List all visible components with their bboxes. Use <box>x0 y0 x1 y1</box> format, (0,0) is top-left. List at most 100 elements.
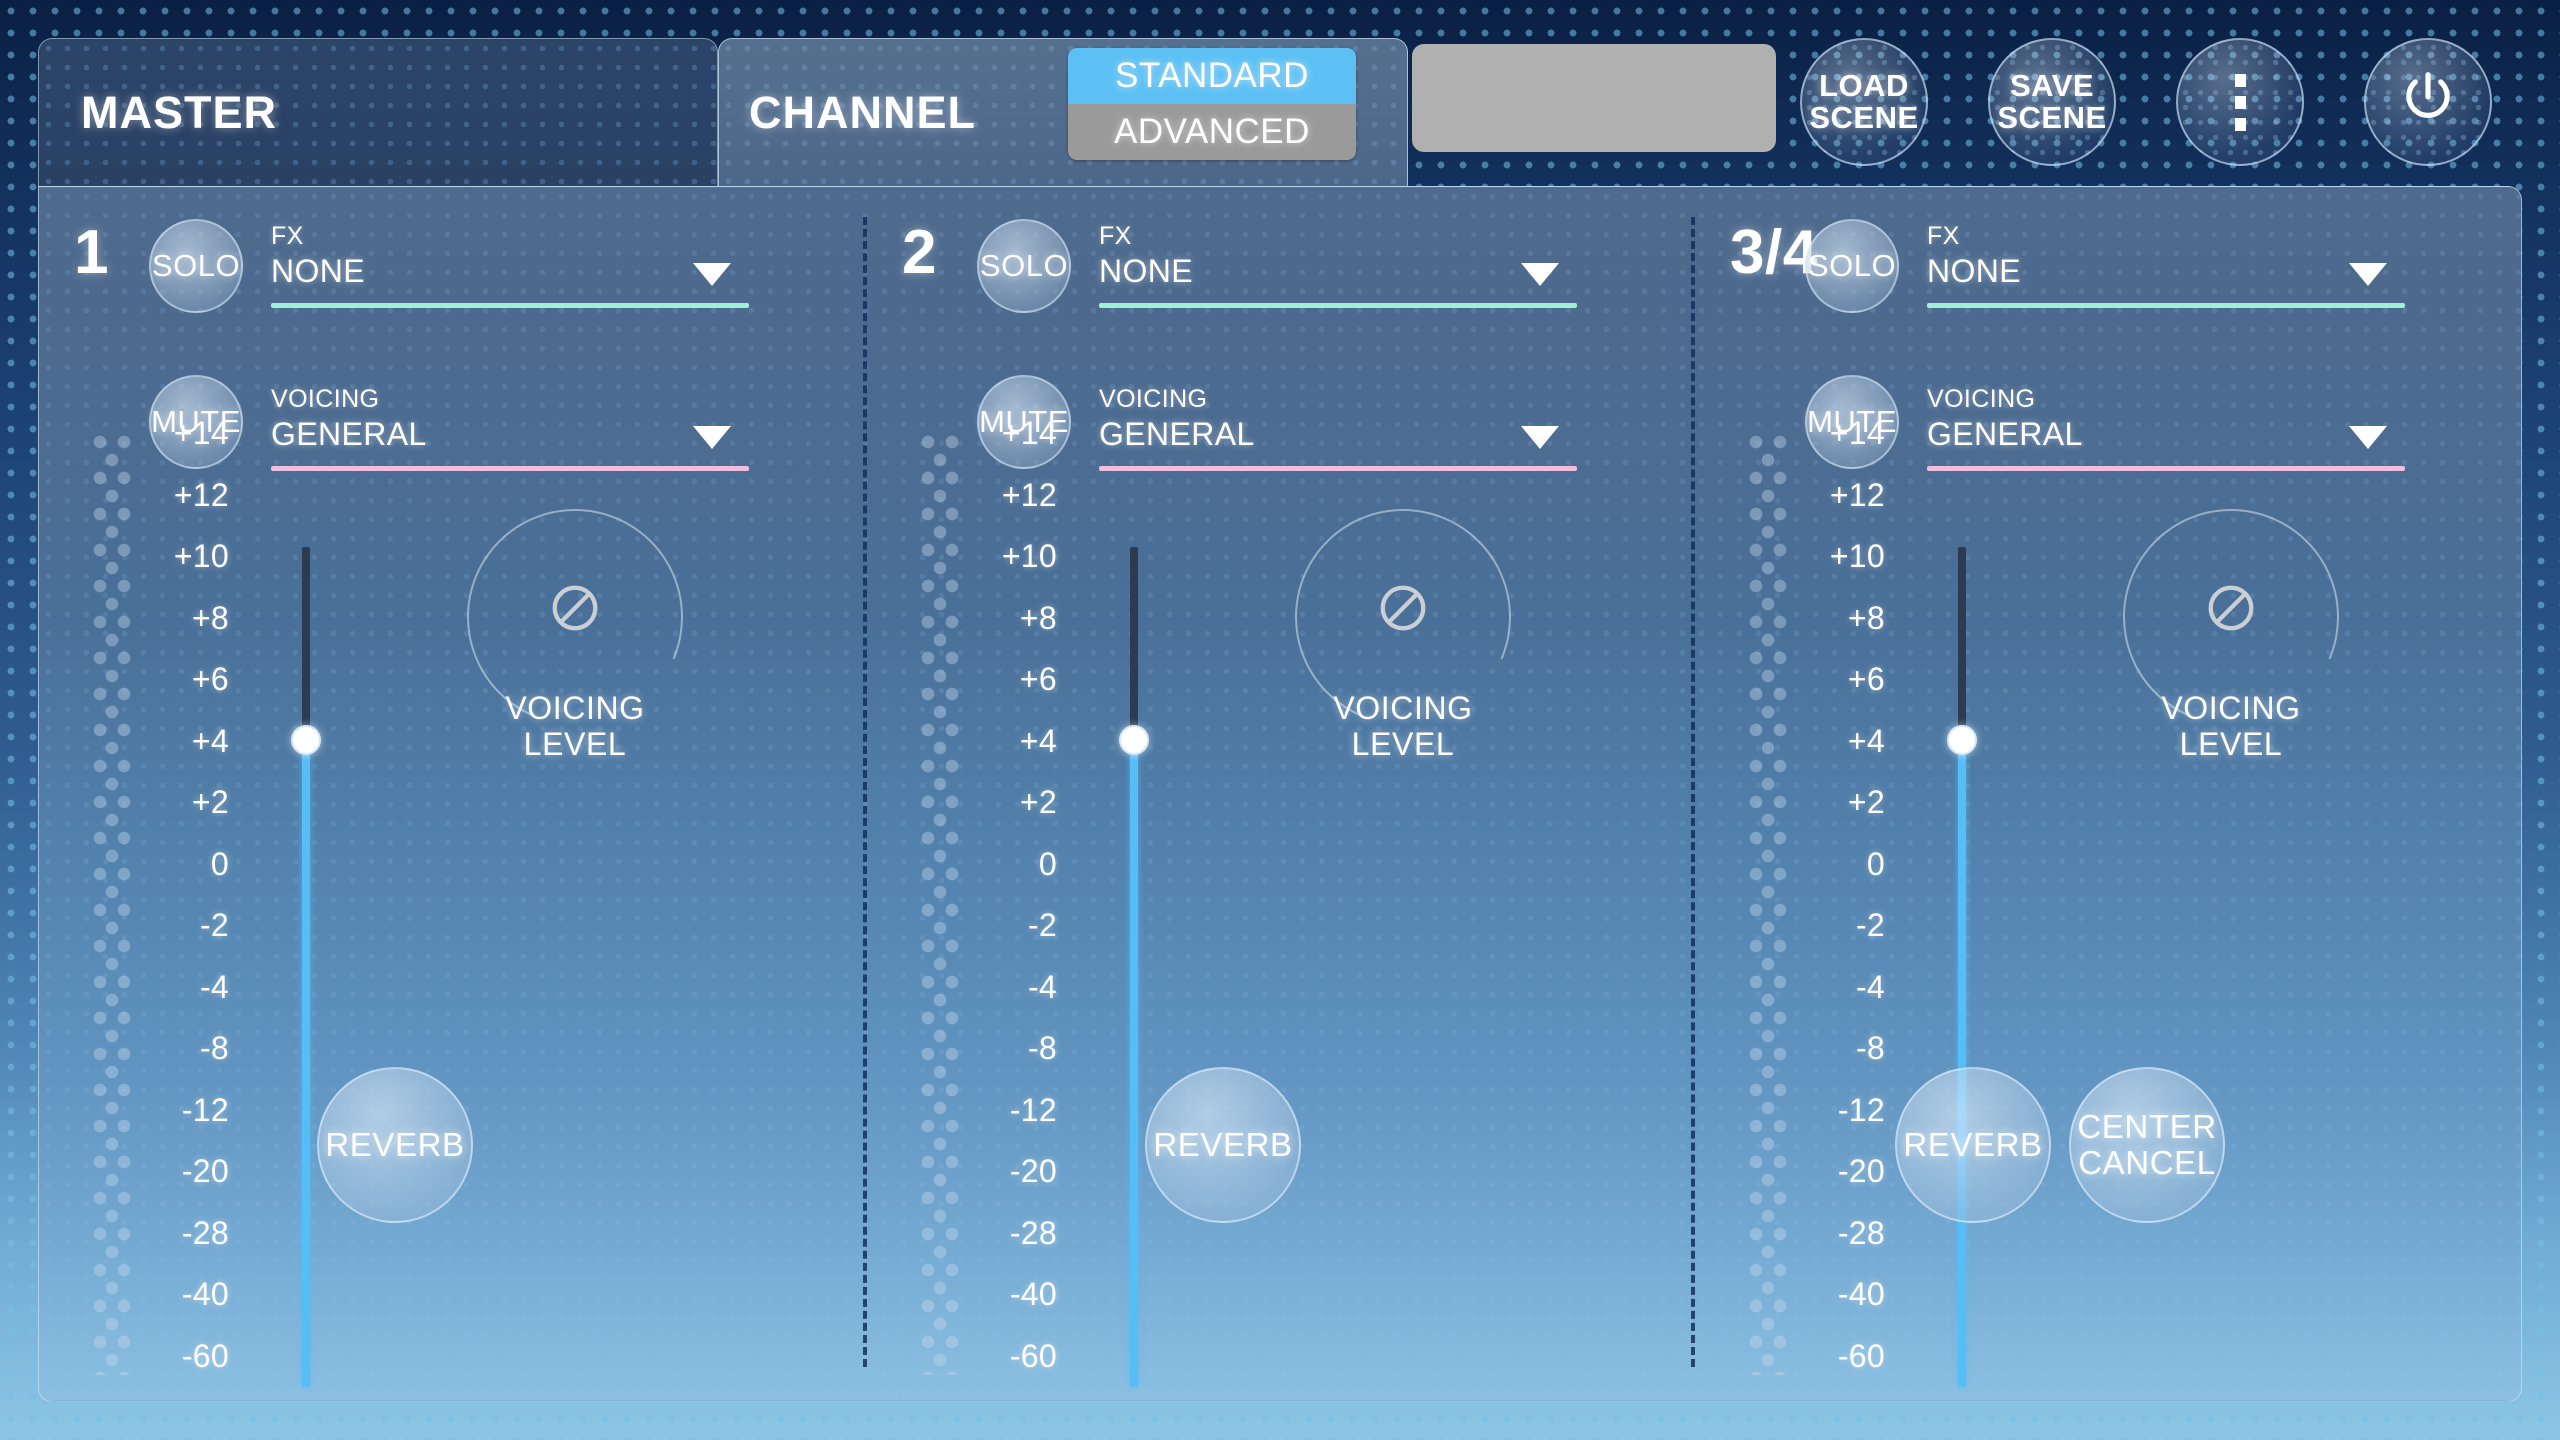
fader-track <box>1130 547 1138 741</box>
chevron-down-icon[interactable] <box>693 426 731 449</box>
channel-number: 2 <box>902 218 937 287</box>
voicing-level-knob[interactable]: VOICING LEVEL <box>1262 476 1544 762</box>
channel-number: 1 <box>74 218 109 287</box>
mode-switch[interactable]: STANDARD ADVANCED <box>1068 48 1356 160</box>
center-cancel-button[interactable]: CENTER CANCEL <box>2069 1067 2225 1223</box>
fx-value: NONE <box>271 253 366 289</box>
knob-label: VOICING LEVEL <box>505 690 644 763</box>
db-scale-tick: +4 <box>1019 722 1057 759</box>
voicing-selector[interactable]: VOICING GENERAL <box>1927 385 2405 471</box>
mixer-app: MASTER CHANNEL STANDARD ADVANCED LOAD SC… <box>0 0 2560 1440</box>
voicing-underline <box>1927 466 2405 471</box>
voicing-level-knob[interactable]: VOICING LEVEL <box>434 476 716 762</box>
prohibited-icon <box>2204 581 2258 635</box>
knob-label-line1: VOICING <box>2161 690 2301 726</box>
chevron-down-icon[interactable] <box>1521 426 1559 449</box>
center-cancel-line2: CANCEL <box>2078 1144 2216 1181</box>
reverb-label: REVERB <box>1903 1125 2043 1163</box>
save-scene-line2: SCENE <box>1997 100 2107 135</box>
db-scale: +14 +12 +10 +8 +6 +4 +2 0 -2 -4 -8 -12 -20 -28 -40 -60 <box>967 415 1057 1375</box>
db-scale-tick: -2 <box>1855 907 1885 944</box>
scene-display-panel[interactable] <box>1412 44 1776 152</box>
voicing-value: GENERAL <box>1927 416 2083 452</box>
db-scale-tick: +2 <box>1019 784 1057 821</box>
db-scale-tick: -12 <box>181 1091 229 1128</box>
save-scene-button[interactable]: SAVE SCENE <box>1988 38 2116 166</box>
load-scene-button[interactable]: LOAD SCENE <box>1800 38 1928 166</box>
db-scale-tick: -8 <box>199 1030 229 1067</box>
voicing-label: VOICING <box>1927 385 2036 413</box>
db-scale-tick: +8 <box>1847 599 1885 636</box>
channel-strip-1: 1 SOLO MUTE FX NONE VOICING GENERAL +14 +… <box>39 187 867 1401</box>
chevron-down-icon[interactable] <box>2349 426 2387 449</box>
solo-button[interactable]: SOLO <box>1805 219 1899 313</box>
chevron-down-icon[interactable] <box>693 263 731 286</box>
knob-label-line2: LEVEL <box>1351 725 1455 762</box>
load-scene-line2: SCENE <box>1809 100 1919 135</box>
chevron-down-icon[interactable] <box>2349 263 2387 286</box>
db-scale-tick: 0 <box>210 845 229 882</box>
channel-strip-2: 2 SOLO MUTE FX NONE VOICING GENERAL +14 +… <box>867 187 1695 1401</box>
db-scale-tick: -4 <box>1027 968 1057 1005</box>
fader-thumb[interactable] <box>291 725 321 756</box>
knob-label-line2: LEVEL <box>523 725 627 762</box>
fader-thumb[interactable] <box>1119 725 1149 756</box>
db-scale-tick: -2 <box>199 907 229 944</box>
solo-button[interactable]: SOLO <box>977 219 1071 313</box>
channel-fader[interactable] <box>1947 547 1977 1387</box>
mode-advanced-segment[interactable]: ADVANCED <box>1068 104 1356 160</box>
fx-selector[interactable]: FX NONE <box>1099 222 1577 308</box>
fader-thumb[interactable] <box>1947 725 1977 756</box>
db-scale-tick: +2 <box>191 784 229 821</box>
chevron-down-icon[interactable] <box>1521 263 1559 286</box>
voicing-label: VOICING <box>271 385 380 413</box>
db-scale-tick: -2 <box>1027 907 1057 944</box>
db-scale-tick: +2 <box>1847 784 1885 821</box>
db-scale-tick: -40 <box>181 1276 229 1313</box>
db-scale-tick: +12 <box>1001 476 1057 513</box>
fx-value: NONE <box>1927 253 2022 289</box>
channel-fader[interactable] <box>291 547 321 1387</box>
power-button[interactable] <box>2364 38 2492 166</box>
tab-master[interactable]: MASTER <box>38 38 718 186</box>
fx-underline <box>1927 303 2405 308</box>
db-scale-tick: +10 <box>173 538 229 575</box>
fx-selector[interactable]: FX NONE <box>271 222 749 308</box>
db-scale-tick: +4 <box>191 722 229 759</box>
reverb-label: REVERB <box>1153 1125 1293 1163</box>
solo-button[interactable]: SOLO <box>149 219 243 313</box>
fx-selector[interactable]: FX NONE <box>1927 222 2405 308</box>
voicing-level-knob[interactable]: VOICING LEVEL <box>2090 476 2372 762</box>
db-scale-tick: -40 <box>1009 1276 1057 1313</box>
knob-label-line2: LEVEL <box>2179 725 2283 762</box>
vu-meter <box>91 435 133 1375</box>
channel-fader[interactable] <box>1119 547 1149 1387</box>
voicing-selector[interactable]: VOICING GENERAL <box>1099 385 1577 471</box>
db-scale-tick: +10 <box>1001 538 1057 575</box>
db-scale-tick: -40 <box>1837 1276 1885 1313</box>
solo-label: SOLO <box>979 248 1069 283</box>
load-scene-line1: LOAD <box>1819 68 1909 104</box>
knob-label-line1: VOICING <box>1333 690 1473 726</box>
db-scale-tick: +12 <box>173 476 229 513</box>
voicing-label: VOICING <box>1099 385 1208 413</box>
voicing-value: GENERAL <box>271 416 427 452</box>
channel-number: 3/4 <box>1730 218 1818 287</box>
voicing-selector[interactable]: VOICING GENERAL <box>271 385 749 471</box>
reverb-button[interactable]: REVERB <box>1895 1067 2051 1223</box>
knob-label: VOICING LEVEL <box>1333 690 1473 763</box>
reverb-button[interactable]: REVERB <box>1145 1067 1301 1223</box>
voicing-value: GENERAL <box>1099 416 1255 452</box>
db-scale-tick: +14 <box>1001 415 1057 451</box>
vu-meter <box>1747 435 1789 1375</box>
overflow-menu-button[interactable] <box>2176 38 2304 166</box>
db-scale-tick: -4 <box>1855 968 1885 1005</box>
solo-label: SOLO <box>1807 248 1897 283</box>
db-scale-tick: 0 <box>1038 845 1057 882</box>
db-scale-tick: 0 <box>1866 845 1885 882</box>
db-scale-tick: -8 <box>1855 1030 1885 1067</box>
mode-standard-segment[interactable]: STANDARD <box>1068 48 1356 104</box>
reverb-button[interactable]: REVERB <box>317 1067 473 1223</box>
db-scale-tick: -20 <box>1009 1153 1057 1190</box>
voicing-underline <box>1099 466 1577 471</box>
